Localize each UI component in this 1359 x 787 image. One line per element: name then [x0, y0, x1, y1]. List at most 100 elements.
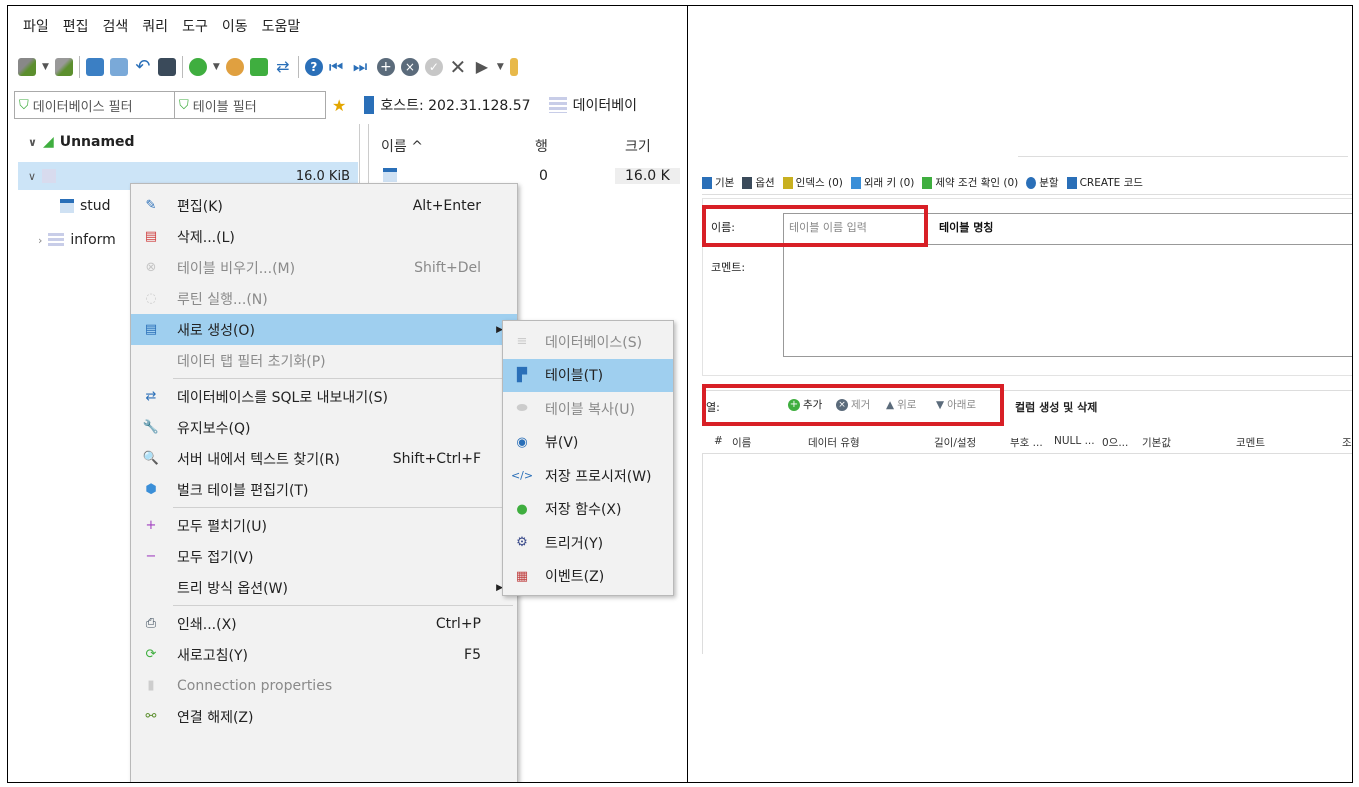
print-icon[interactable]	[157, 58, 176, 76]
context-menu-item[interactable]: 🔧 유지보수(Q)	[131, 412, 517, 443]
context-menu-item[interactable]: ⚯ 연결 해제(Z)	[131, 701, 517, 732]
chevron-down-icon[interactable]: ∨	[28, 136, 37, 149]
tab-1[interactable]: 옵션	[742, 175, 775, 190]
context-menu-shortcut: Shift+Del	[414, 259, 481, 276]
check-icon[interactable]: ✓	[424, 58, 443, 76]
column-header[interactable]: 부호 ...	[1010, 435, 1043, 450]
chevron-right-icon[interactable]: ›	[38, 234, 42, 247]
last-icon[interactable]: ⏭	[353, 58, 371, 76]
submenu-item[interactable]: </> 저장 프로시저(W)	[503, 459, 673, 492]
tab-0[interactable]: 기본	[702, 175, 734, 190]
tab-3[interactable]: 외래 키 (0)	[850, 175, 914, 190]
tab-host[interactable]: 호스트: 202.31.128.57	[364, 95, 531, 115]
chevron-down-icon[interactable]: ▼	[213, 62, 220, 72]
context-menu-item[interactable]: ✎ 편집(K) Alt+Enter	[131, 190, 517, 221]
column-header[interactable]: 0으...	[1102, 435, 1128, 450]
tree-item-table[interactable]: stud	[60, 198, 111, 214]
table-filter[interactable]: ⛉ 테이블 필터	[174, 91, 326, 119]
context-menu-item[interactable]: 데이터 탭 필터 초기화(P)	[131, 345, 517, 376]
column-header[interactable]: 코멘트	[1236, 435, 1265, 450]
database-icon: ≡	[516, 334, 528, 349]
submenu-item[interactable]: ● 저장 함수(X)	[503, 493, 673, 526]
context-menu-item[interactable]: 트리 방식 옵션(W) ▶	[131, 572, 517, 603]
export-icon[interactable]: ⇄	[274, 58, 292, 76]
database-filter[interactable]: ⛉ 데이터베이스 필터	[14, 91, 174, 119]
menu-item[interactable]: 쿼리	[142, 16, 168, 36]
submenu-item[interactable]: ◉ 뷰(V)	[503, 426, 673, 459]
tab-database[interactable]: 데이터베이	[548, 95, 637, 115]
users-icon[interactable]	[225, 58, 244, 76]
refresh-icon: ⟳	[145, 647, 157, 662]
col-header-rows[interactable]: 행	[535, 136, 548, 156]
menu-item[interactable]: 도구	[182, 16, 208, 36]
context-menu-item[interactable]: 🔍 서버 내에서 텍스트 찾기(R) Shift+Ctrl+F	[131, 443, 517, 474]
copy-icon[interactable]	[85, 58, 104, 76]
column-header[interactable]: 길이/설정	[934, 435, 976, 450]
context-menu-item[interactable]: ⇄ 데이터베이스를 SQL로 내보내기(S)	[131, 381, 517, 412]
column-header[interactable]: NULL ...	[1054, 435, 1095, 447]
column-header[interactable]: #	[714, 435, 723, 447]
refresh-icon[interactable]	[188, 58, 207, 76]
context-menu-item-label: 편집(K)	[177, 198, 223, 215]
context-menu-item[interactable]: ⎙ 인쇄...(X) Ctrl+P	[131, 608, 517, 639]
submenu-item[interactable]: ▛ 테이블(T)	[503, 358, 673, 392]
first-icon[interactable]: ⏮	[329, 58, 347, 76]
tab-5[interactable]: 분할	[1026, 175, 1059, 190]
context-menu-item[interactable]: ▤ 삭제...(L)	[131, 221, 517, 252]
context-menu: ✎ 편집(K) Alt+Enter ▤ 삭제...(L) ⊗ 테이블 비우기...(M) Sh…	[130, 183, 518, 782]
column-header[interactable]: 이름	[732, 435, 751, 450]
folder-icon[interactable]	[509, 58, 518, 76]
context-menu-item-label: 데이터 탭 필터 초기화(P)	[177, 353, 326, 370]
menu-item[interactable]: 검색	[103, 16, 129, 36]
col-header-name[interactable]: 이름 ^	[381, 136, 423, 156]
new-icon: ▤	[144, 322, 158, 337]
table-icon	[60, 199, 74, 213]
tab-2[interactable]: 인덱스 (0)	[782, 175, 843, 190]
chevron-down-icon[interactable]: ▼	[497, 62, 504, 72]
tab-4[interactable]: 제약 조건 확인 (0)	[922, 175, 1018, 190]
context-menu-item[interactable]: ▮ Connection properties	[131, 670, 517, 701]
import-icon[interactable]	[249, 58, 268, 76]
submenu-item[interactable]: ⬬ 테이블 복사(U)	[503, 392, 673, 425]
context-menu-item[interactable]: ⬢ 벌크 테이블 편집기(T)	[131, 474, 517, 505]
tree-root[interactable]: ∨ ◢ Unnamed	[28, 134, 135, 150]
submenu-item[interactable]: ⚙ 트리거(Y)	[503, 526, 673, 559]
menu-item[interactable]: 도움말	[262, 16, 301, 36]
eye-icon: ◉	[516, 434, 528, 450]
cancel-icon[interactable]: ✕	[449, 57, 467, 77]
menu-item[interactable]: 이동	[222, 16, 248, 36]
column-header[interactable]: 기본값	[1142, 435, 1171, 450]
context-menu-item[interactable]: ▤ 새로 생성(O) ▶	[131, 314, 517, 345]
grid-border	[702, 454, 703, 654]
tree-item-database[interactable]: › inform	[38, 232, 116, 248]
column-header[interactable]: 데이터 유형	[808, 435, 860, 450]
help-icon[interactable]: ?	[304, 58, 323, 76]
disconnect-icon[interactable]	[54, 58, 73, 76]
column-header[interactable]: 조	[1342, 435, 1352, 450]
context-menu-shortcut: Alt+Enter	[412, 197, 481, 214]
add-icon[interactable]: +	[376, 58, 395, 76]
columns-grid-header: # 이름 데이터 유형 길이/설정 부호 ... NULL ... 0으... 기본값 코멘트 조	[702, 428, 1352, 454]
submenu-item[interactable]: ▦ 이벤트(Z)	[503, 560, 673, 593]
context-menu-item[interactable]: ◌ 루틴 실행...(N)	[131, 283, 517, 314]
star-icon[interactable]: ★	[332, 96, 346, 115]
database-icon	[42, 169, 57, 183]
col-header-size[interactable]: 크기	[625, 136, 651, 156]
connect-icon[interactable]	[18, 58, 36, 76]
chevron-down-icon[interactable]: ▼	[42, 62, 49, 72]
context-menu-item[interactable]: ⊗ 테이블 비우기...(M) Shift+Del	[131, 252, 517, 283]
paste-icon[interactable]	[109, 58, 128, 76]
menu-item[interactable]: 파일	[23, 16, 49, 36]
context-menu-item[interactable]: − 모두 접기(V)	[131, 541, 517, 572]
tab-6[interactable]: CREATE 코드	[1066, 175, 1143, 190]
chevron-down-icon[interactable]: ∨	[28, 170, 36, 183]
comment-textarea[interactable]	[783, 245, 1352, 357]
tab-foreign-key-icon	[850, 176, 861, 189]
context-menu-item[interactable]: + 모두 펼치기(U)	[131, 510, 517, 541]
delete-icon[interactable]: ×	[400, 58, 419, 76]
menu-item[interactable]: 편집	[63, 16, 89, 36]
undo-icon[interactable]: ↶	[134, 58, 152, 76]
submenu-item[interactable]: ≡ 데이터베이스(S)	[503, 325, 673, 358]
run-icon[interactable]: ▶	[473, 58, 491, 76]
context-menu-item[interactable]: ⟳ 새로고침(Y) F5	[131, 639, 517, 670]
